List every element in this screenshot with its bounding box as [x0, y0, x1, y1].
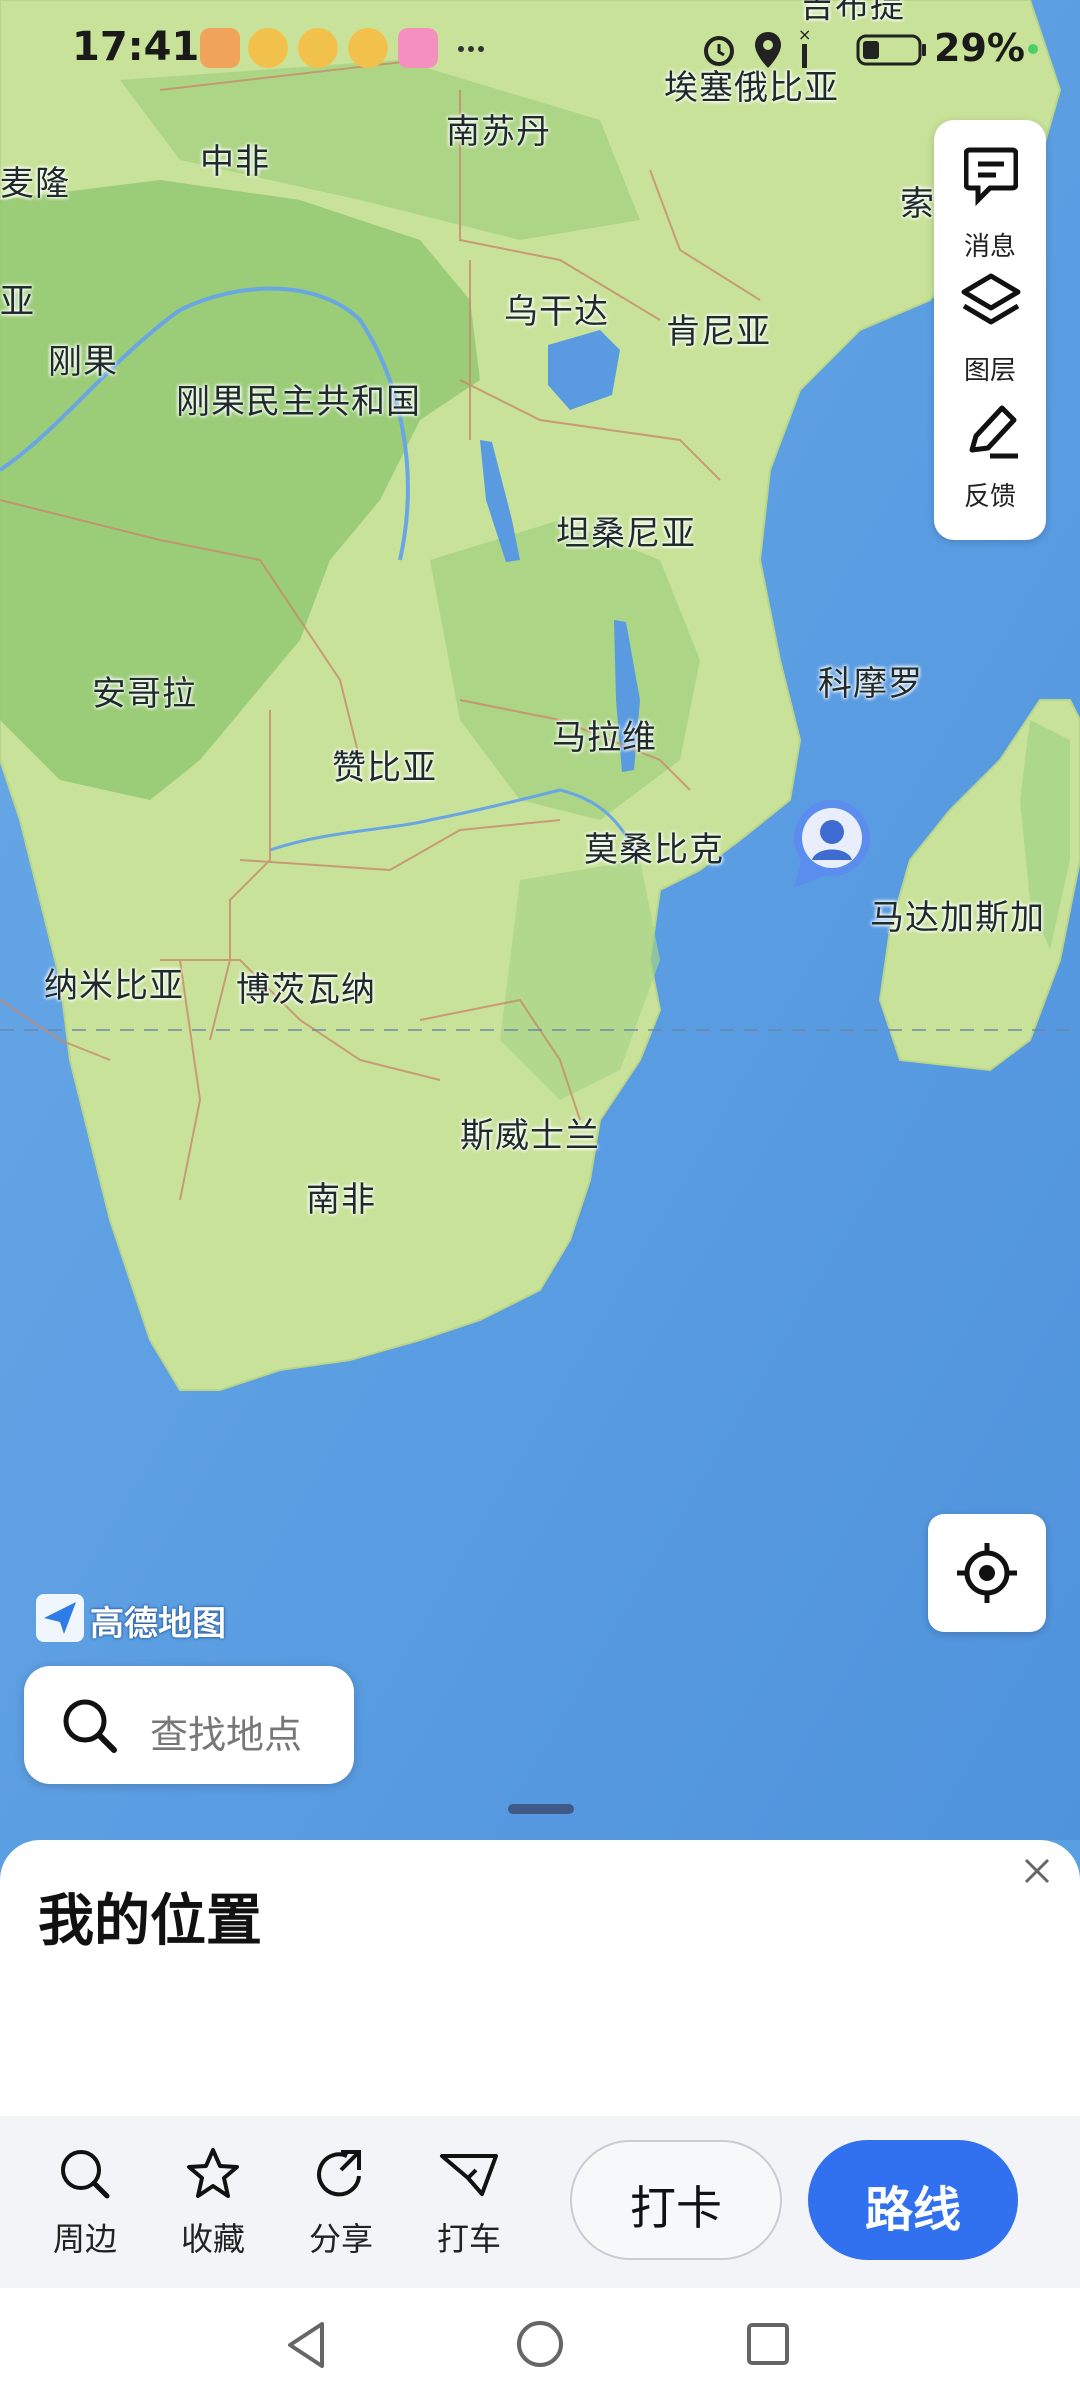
location-status-icon: [755, 32, 781, 68]
sheet-drag-handle[interactable]: [508, 1804, 574, 1814]
weibo-icon: [248, 28, 288, 68]
recents-icon[interactable]: [744, 2320, 792, 2368]
taxi-label: 打车: [436, 2220, 501, 2258]
locate-me-button[interactable]: [928, 1514, 1046, 1632]
taxi-button[interactable]: 打车: [414, 2140, 524, 2270]
map-label: 南苏丹: [446, 112, 551, 152]
check-in-label: 打卡: [630, 2181, 722, 2235]
map-label: 莫桑比克: [584, 830, 724, 870]
map-view[interactable]: 南苏丹 中非 埃塞俄比亚 麦隆 亚 刚果 乌干达 肯尼亚 索 刚果民主共和国 坦…: [0, 0, 1080, 1840]
layers-button[interactable]: 图层: [934, 268, 1046, 398]
map-label: 刚果: [48, 342, 118, 382]
edit-icon: [969, 405, 1018, 459]
check-in-button[interactable]: 打卡: [570, 2140, 782, 2260]
map-label: 麦隆: [0, 164, 70, 204]
favorite-label: 收藏: [180, 2220, 245, 2258]
signal-icon: ×: [798, 26, 811, 68]
weibo-icon: [298, 28, 338, 68]
more-notifications-icon: [458, 46, 484, 52]
map-label: 马拉维: [552, 718, 657, 758]
share-button[interactable]: 分享: [286, 2140, 396, 2270]
map-label: 纳米比亚: [44, 966, 184, 1006]
app-notification-icon: [398, 28, 438, 68]
crosshair-icon: [957, 1543, 1017, 1603]
map-label: 刚果民主共和国: [176, 382, 421, 422]
map-label: 斯威士兰: [460, 1116, 600, 1156]
sheet-title: 我的位置: [38, 1889, 262, 1954]
feedback-label: 反馈: [963, 482, 1016, 512]
map-label: 乌干达: [504, 292, 609, 332]
search-box[interactable]: 查找地点: [24, 1666, 354, 1784]
user-location-marker[interactable]: [788, 796, 874, 896]
nearby-label: 周边: [52, 2220, 117, 2258]
nearby-button[interactable]: 周边: [30, 2140, 140, 2270]
map-side-panel: 消息 图层 反馈: [934, 120, 1046, 540]
amap-logo-icon: [36, 1594, 84, 1642]
search-placeholder: 查找地点: [150, 1713, 303, 1757]
map-label: 亚: [0, 282, 35, 322]
share-icon: [317, 2150, 361, 2197]
route-button[interactable]: 路线: [808, 2140, 1018, 2260]
map-label: 安哥拉: [92, 674, 197, 714]
system-nav-bar: [0, 2288, 1080, 2400]
alarm-icon: [704, 36, 734, 66]
map-label: 肯尼亚: [666, 312, 771, 352]
search-icon: [63, 1699, 117, 1753]
map-label: 马达加斯加: [870, 898, 1045, 938]
map-label: 博茨瓦纳: [236, 970, 376, 1010]
map-label: 科摩罗: [818, 664, 923, 704]
share-label: 分享: [308, 2220, 373, 2258]
status-time: 17:41: [72, 24, 200, 70]
layers-icon: [961, 273, 1021, 325]
route-label: 路线: [864, 2182, 961, 2238]
map-label: 坦桑尼亚: [556, 514, 696, 554]
app-notification-icon: [200, 28, 240, 68]
favorite-button[interactable]: 收藏: [158, 2140, 268, 2270]
dot-indicator: [1028, 44, 1038, 54]
battery-icon: [856, 34, 926, 66]
layers-label: 图层: [963, 356, 1016, 386]
close-icon[interactable]: [1020, 1854, 1054, 1888]
map-label: 索: [900, 184, 935, 224]
message-icon: [964, 147, 1018, 206]
map-label: 中非: [200, 142, 270, 182]
search-icon: [61, 2150, 110, 2199]
amap-brand: 高德地图: [90, 1604, 226, 1644]
messages-button[interactable]: 消息: [934, 136, 1046, 266]
weibo-icon: [348, 28, 388, 68]
home-icon[interactable]: [514, 2318, 566, 2370]
messages-label: 消息: [963, 232, 1016, 262]
feedback-button[interactable]: 反馈: [934, 400, 1046, 530]
taxi-icon: [440, 2154, 498, 2196]
back-icon[interactable]: [282, 2318, 332, 2372]
star-icon: [187, 2148, 239, 2198]
map-label: 赞比亚: [332, 748, 437, 788]
svg-text:×: ×: [798, 26, 811, 44]
battery-percent: 29%: [934, 26, 1025, 70]
map-label: 南非: [306, 1180, 376, 1220]
status-bar: 17:41 × 29%: [0, 0, 1080, 100]
